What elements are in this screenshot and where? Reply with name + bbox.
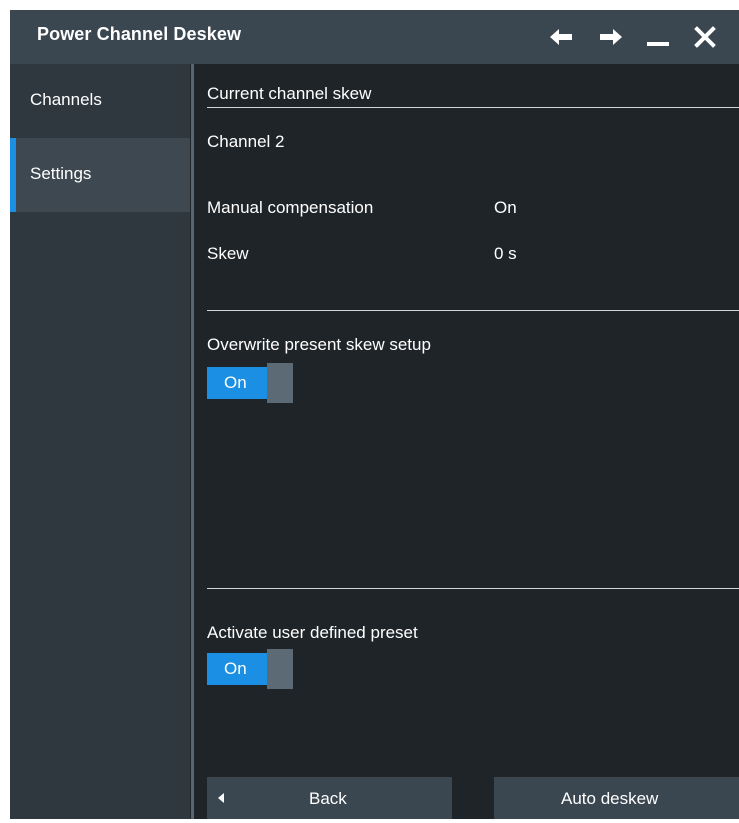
back-button-label: Back (309, 789, 347, 808)
section-divider (207, 310, 739, 311)
skew-value: 0 s (494, 244, 517, 263)
sidebar-item-settings[interactable]: Settings (10, 138, 190, 212)
back-arrow-icon[interactable] (545, 21, 577, 53)
close-icon[interactable] (689, 21, 721, 53)
dialog-title: Power Channel Deskew (37, 24, 242, 44)
section-divider (207, 588, 739, 589)
overwrite-skew-label: Overwrite present skew setup (207, 335, 431, 354)
overwrite-skew-toggle[interactable]: On (207, 363, 293, 403)
section-header-current-channel-skew: Current channel skew (207, 84, 372, 103)
toggle-on-label: On (224, 373, 247, 392)
toggle-knob (267, 363, 293, 403)
manual-compensation-label: Manual compensation (207, 198, 374, 217)
back-button[interactable]: Back (207, 777, 452, 819)
sidebar-item-channels[interactable]: Channels (10, 64, 190, 138)
toggle-on-label: On (224, 659, 247, 678)
auto-deskew-button[interactable]: Auto deskew (494, 777, 739, 819)
title-bar: Power Channel Deskew (10, 10, 739, 64)
toggle-knob (267, 649, 293, 689)
power-channel-deskew-dialog: Power Channel Deskew Channels Settings C… (10, 10, 739, 819)
auto-deskew-button-label: Auto deskew (561, 789, 659, 808)
settings-panel: Current channel skew Channel 2 Manual co… (194, 64, 739, 819)
toggle-on-state: On (207, 367, 267, 399)
activate-preset-toggle[interactable]: On (207, 649, 293, 689)
manual-compensation-value: On (494, 198, 517, 217)
caret-left-icon (218, 793, 224, 803)
minimize-icon[interactable] (642, 21, 674, 53)
toggle-on-state: On (207, 653, 267, 685)
active-indicator (10, 138, 16, 212)
channel-name: Channel 2 (207, 132, 285, 151)
sidebar-item-label: Settings (30, 164, 92, 183)
sidebar: Channels Settings (10, 64, 190, 819)
sidebar-item-label: Channels (30, 90, 102, 109)
activate-preset-label: Activate user defined preset (207, 623, 418, 642)
skew-label: Skew (207, 244, 249, 263)
section-divider (207, 107, 739, 108)
forward-arrow-icon[interactable] (595, 21, 627, 53)
